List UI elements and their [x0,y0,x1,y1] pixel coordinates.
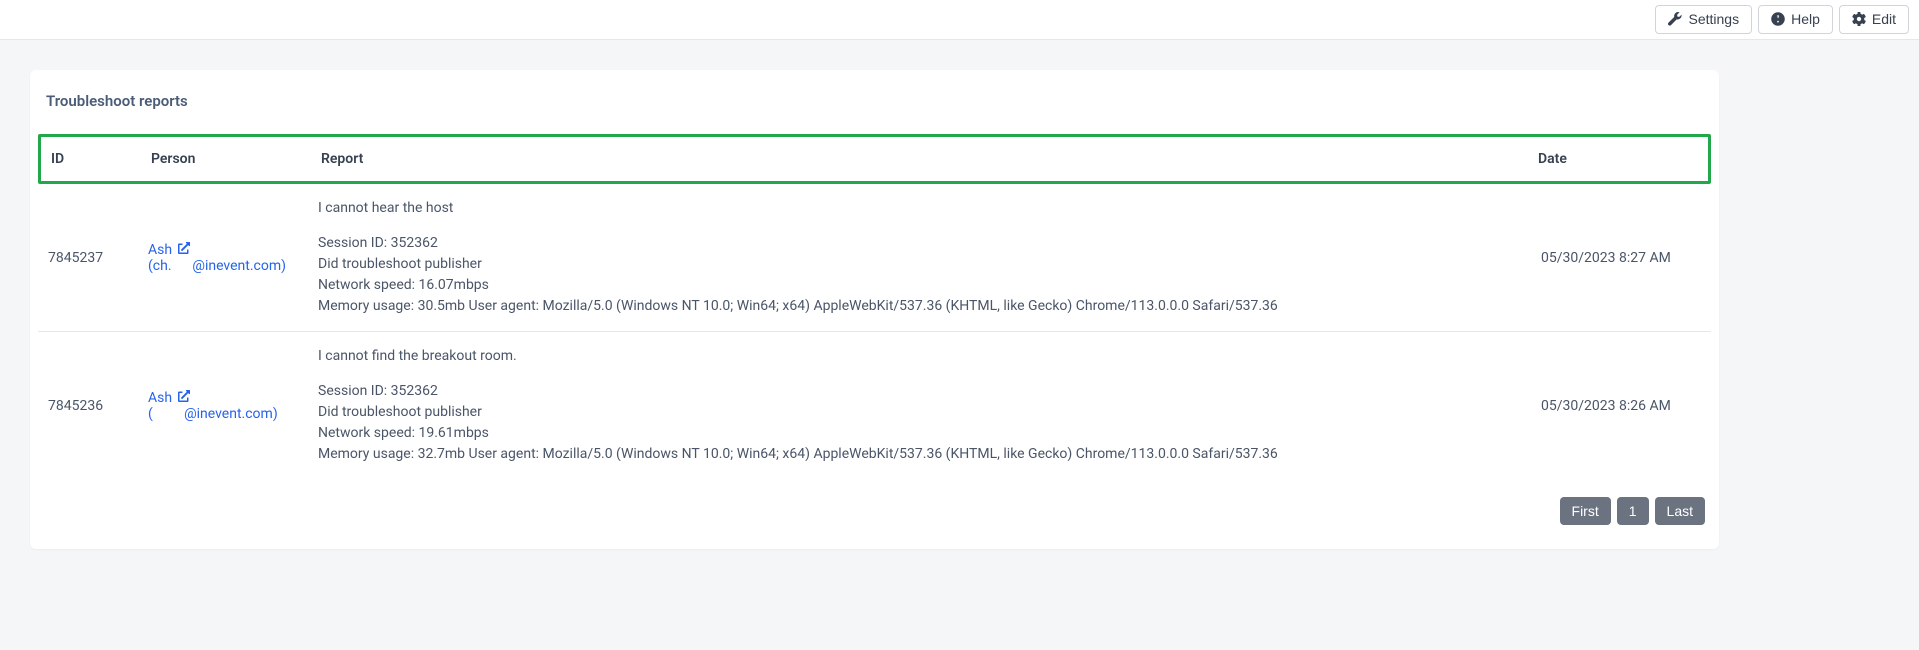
person-name: Ash [148,242,172,258]
person-domain-link[interactable]: @inevent.com) [192,258,286,274]
external-link-icon [178,242,190,254]
cell-person: Ash ( @inevent.com) [138,332,308,480]
person-email-prefix: (ch. [148,258,172,274]
pager-last[interactable]: Last [1655,497,1705,525]
question-circle-icon [1771,12,1785,26]
report-net: Network speed: 19.61mbps [318,423,1521,444]
report-did: Did troubleshoot publisher [318,254,1521,275]
topbar: Settings Help Edit [0,0,1919,40]
pager: First 1 Last [30,479,1719,549]
cell-report: I cannot find the breakout room. Session… [308,332,1531,480]
col-id: ID [41,137,141,181]
cell-person: Ash (ch. @inevent.com) [138,184,308,332]
help-button[interactable]: Help [1758,5,1833,34]
reports-card: Troubleshoot reports ID Person Report Da… [30,70,1719,549]
wrench-icon [1668,12,1682,26]
person-name: Ash [148,390,172,406]
report-mem: Memory usage: 32.7mb User agent: Mozilla… [318,444,1521,465]
report-session: Session ID: 352362 [318,233,1521,254]
person-email-prefix: ( [148,406,153,422]
gear-icon [1852,12,1866,26]
cell-id: 7845237 [38,184,138,332]
pager-page-1[interactable]: 1 [1617,497,1649,525]
cell-id: 7845236 [38,332,138,480]
cell-date: 05/30/2023 8:26 AM [1531,332,1711,480]
edit-button[interactable]: Edit [1839,5,1909,34]
card-title: Troubleshoot reports [30,70,1719,118]
reports-table-body: 7845237 Ash (ch. @inevent.com) I cannot … [38,184,1711,479]
settings-button[interactable]: Settings [1655,5,1752,34]
col-report: Report [311,137,1528,181]
col-date: Date [1528,137,1708,181]
header-highlight: ID Person Report Date [38,134,1711,184]
table-row: 7845236 Ash ( @inevent.com) I cannot fin… [38,332,1711,480]
report-issue: I cannot find the breakout room. [318,346,1521,367]
col-person: Person [141,137,311,181]
pager-first[interactable]: First [1560,497,1611,525]
report-mem: Memory usage: 30.5mb User agent: Mozilla… [318,296,1521,317]
report-session: Session ID: 352362 [318,381,1521,402]
person-link[interactable]: Ash (ch. [148,242,190,274]
settings-label: Settings [1688,11,1739,28]
external-link-icon [178,390,190,402]
cell-report: I cannot hear the host Session ID: 35236… [308,184,1531,332]
report-net: Network speed: 16.07mbps [318,275,1521,296]
page-wrap: Troubleshoot reports ID Person Report Da… [0,40,1919,579]
report-issue: I cannot hear the host [318,198,1521,219]
cell-date: 05/30/2023 8:27 AM [1531,184,1711,332]
help-label: Help [1791,11,1820,28]
table-row: 7845237 Ash (ch. @inevent.com) I cannot … [38,184,1711,332]
edit-label: Edit [1872,11,1896,28]
report-did: Did troubleshoot publisher [318,402,1521,423]
person-domain-link[interactable]: @inevent.com) [184,406,278,422]
reports-table-head: ID Person Report Date [41,137,1708,181]
